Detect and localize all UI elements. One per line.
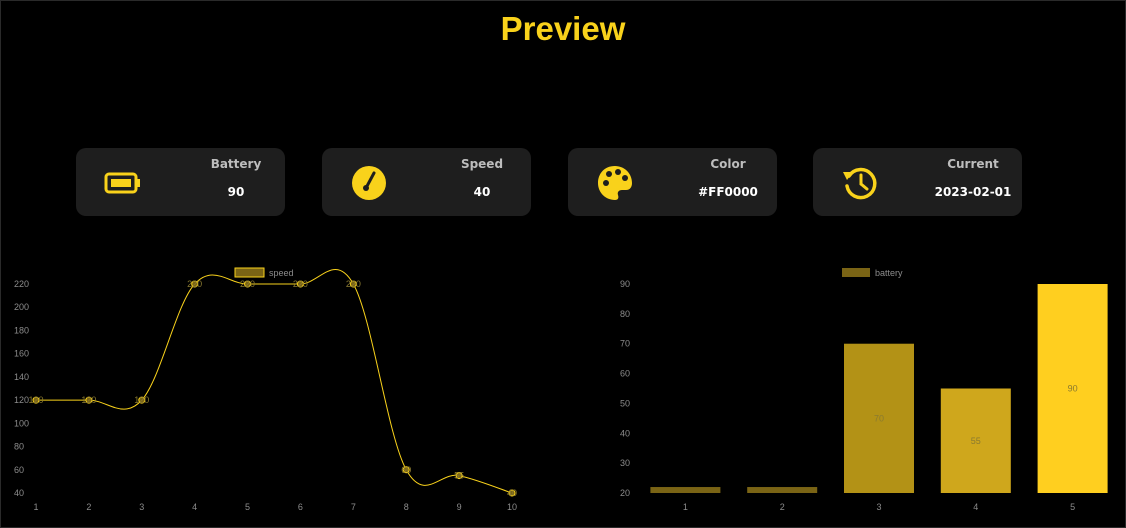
x-tick-label: 5 (1070, 502, 1075, 512)
speed-data-label: 120 (81, 395, 96, 405)
battery-card: Battery 90 (76, 148, 285, 216)
y-tick-label: 160 (14, 349, 29, 359)
page-title: Preview (500, 10, 626, 47)
y-tick-label: 80 (14, 442, 24, 452)
x-tick-label: 4 (192, 502, 197, 512)
palette-icon (598, 166, 632, 200)
history-icon (843, 167, 877, 200)
x-tick-label: 3 (876, 502, 881, 512)
battery-data-label: 55 (971, 436, 981, 446)
y-tick-label: 20 (620, 488, 630, 498)
y-tick-label: 30 (620, 458, 630, 468)
speed-data-label: 55 (454, 471, 464, 481)
y-tick-label: 60 (14, 465, 24, 475)
y-tick-label: 140 (14, 372, 29, 382)
y-tick-label: 70 (620, 339, 630, 349)
x-tick-label: 1 (33, 502, 38, 512)
y-tick-label: 100 (14, 418, 29, 428)
speed-data-label: 220 (293, 279, 308, 289)
x-tick-label: 6 (298, 502, 303, 512)
speed-data-label: 220 (346, 279, 361, 289)
current-label: Current (947, 157, 999, 171)
legend-swatch-battery (842, 268, 870, 277)
y-tick-label: 120 (14, 395, 29, 405)
y-tick-label: 80 (620, 309, 630, 319)
speed-data-label: 40 (507, 488, 517, 498)
color-value: #FF0000 (698, 185, 758, 199)
y-tick-label: 180 (14, 325, 29, 335)
x-tick-label: 2 (780, 502, 785, 512)
y-tick-label: 50 (620, 398, 630, 408)
color-label: Color (710, 157, 746, 171)
legend-swatch-speed (234, 267, 265, 278)
y-tick-label: 40 (620, 428, 630, 438)
y-tick-label: 40 (14, 488, 24, 498)
x-tick-label: 10 (507, 502, 517, 512)
speed-data-label: 220 (187, 279, 202, 289)
speed-line-chart: speed 40 60 80 100 120 140 160 180 200 220 1 2 3 4 5 6 7 8… (14, 267, 517, 512)
legend-label-speed: speed (269, 268, 294, 278)
speed-data-label: 120 (28, 395, 43, 405)
current-card: Current 2023-02-01 (813, 148, 1022, 216)
y-tick-label: 200 (14, 302, 29, 312)
x-tick-label: 8 (404, 502, 409, 512)
x-tick-label: 9 (457, 502, 462, 512)
speed-value: 40 (473, 185, 491, 199)
speed-label: Speed (460, 157, 504, 171)
y-tick-label: 90 (620, 279, 630, 289)
battery-value: 90 (227, 185, 245, 199)
x-tick-label: 1 (683, 502, 688, 512)
speed-series-line (36, 269, 513, 494)
x-tick-label: 7 (351, 502, 356, 512)
legend-label-battery: battery (875, 268, 903, 278)
battery-data-label: 70 (874, 413, 884, 423)
battery-bar (650, 487, 721, 493)
x-tick-label: 3 (139, 502, 144, 512)
speed-card: Speed 40 (322, 148, 531, 216)
battery-bar-chart: battery20304050607080901 2 370455590 (620, 268, 1108, 512)
current-value: 2023-02-01 (934, 185, 1012, 199)
x-tick-label: 5 (245, 502, 250, 512)
battery-icon (104, 172, 140, 194)
battery-bar (747, 487, 818, 493)
battery-label: Battery (210, 157, 262, 171)
y-tick-label: 220 (14, 279, 29, 289)
speed-data-label: 60 (401, 465, 411, 475)
speedometer-icon (352, 166, 386, 200)
color-card: Color #FF0000 (568, 148, 777, 216)
y-tick-label: 60 (620, 369, 630, 379)
speed-data-label: 220 (240, 279, 255, 289)
battery-data-label: 90 (1068, 384, 1078, 394)
speed-data-label: 120 (134, 395, 149, 405)
x-tick-label: 2 (86, 502, 91, 512)
x-tick-label: 4 (973, 502, 978, 512)
